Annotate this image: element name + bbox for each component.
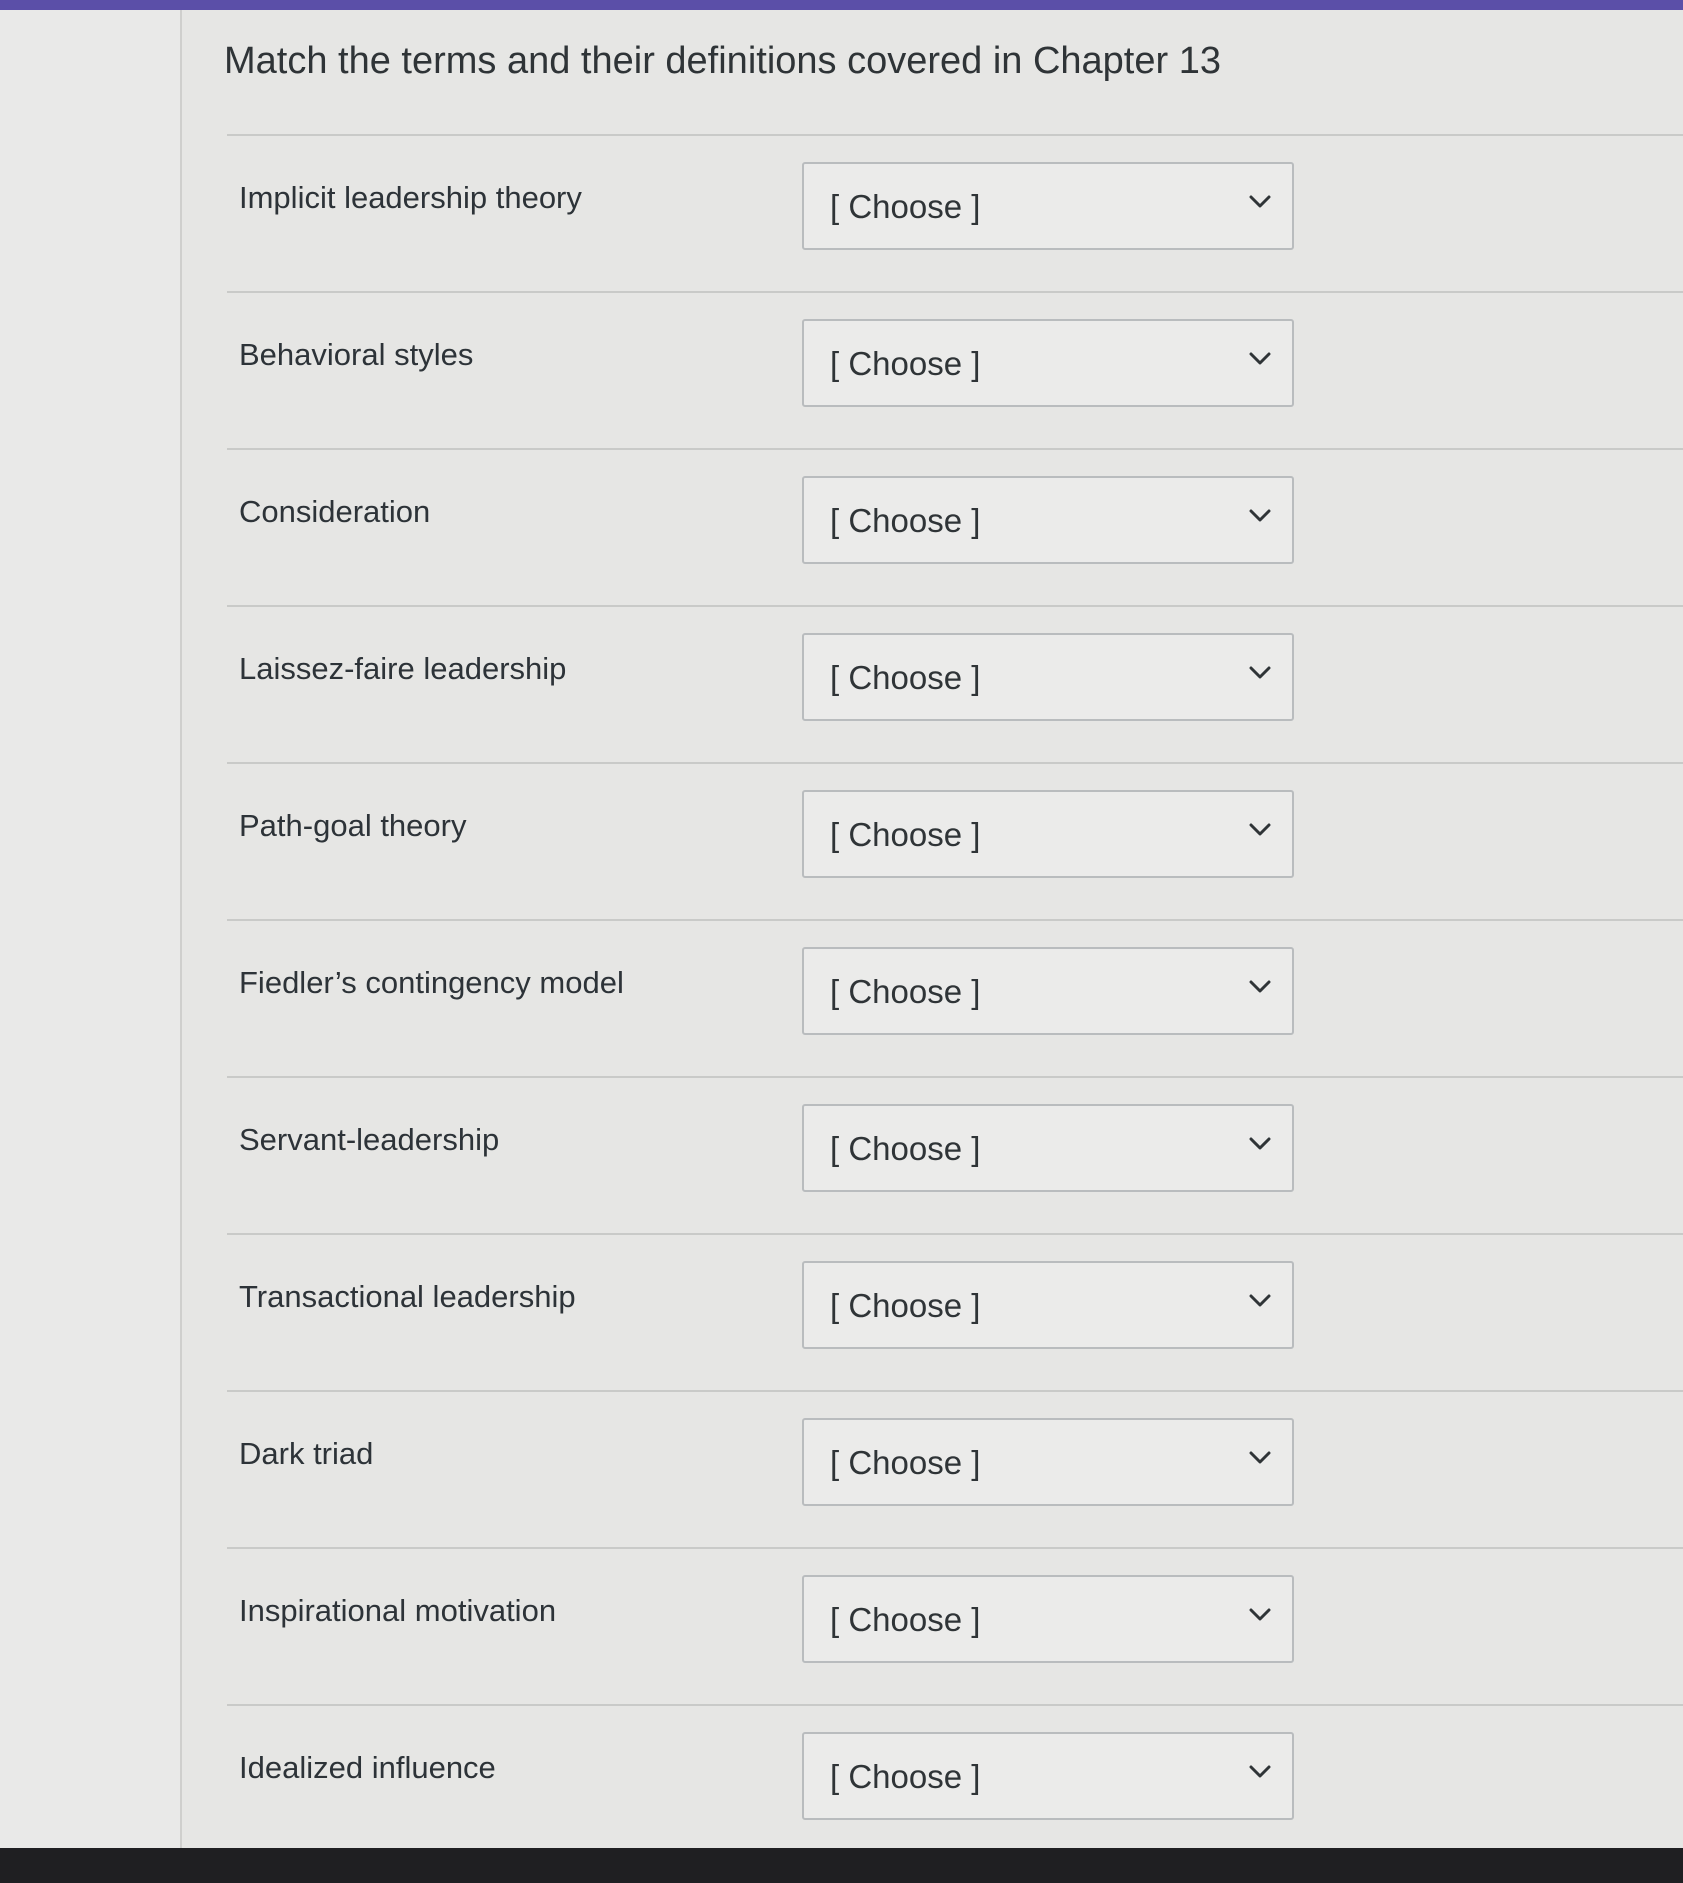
dropdown-selected-value: [ Choose ]	[830, 1601, 981, 1638]
dropdown-selected-value: [ Choose ]	[830, 973, 981, 1010]
answer-dropdown[interactable]: [ Choose ]	[802, 947, 1294, 1035]
chevron-down-icon	[1249, 666, 1271, 679]
matching-row-5: Path-goal theory [ Choose ]	[227, 762, 1683, 919]
term-label: Path-goal theory	[239, 808, 467, 843]
term-label: Idealized influence	[239, 1750, 496, 1785]
chevron-down-icon	[1249, 1765, 1271, 1778]
matching-row-6: Fiedler’s contingency model [ Choose ]	[227, 919, 1683, 1076]
question-title: Match the terms and their definitions co…	[224, 40, 1221, 82]
matching-row-11: Idealized influence [ Choose ]	[227, 1704, 1683, 1861]
matching-row-1: Implicit leadership theory [ Choose ]	[227, 134, 1683, 291]
dropdown-selected-value: [ Choose ]	[830, 1287, 981, 1324]
dropdown-selected-value: [ Choose ]	[830, 1758, 981, 1795]
chevron-down-icon	[1249, 1451, 1271, 1464]
term-label: Dark triad	[239, 1436, 374, 1471]
matching-row-3: Consideration [ Choose ]	[227, 448, 1683, 605]
dropdown-selected-value: [ Choose ]	[830, 502, 981, 539]
answer-dropdown[interactable]: [ Choose ]	[802, 319, 1294, 407]
dropdown-selected-value: [ Choose ]	[830, 816, 981, 853]
answer-dropdown[interactable]: [ Choose ]	[802, 476, 1294, 564]
matching-row-7: Servant-leadership [ Choose ]	[227, 1076, 1683, 1233]
chevron-down-icon	[1249, 509, 1271, 522]
answer-dropdown[interactable]: [ Choose ]	[802, 1261, 1294, 1349]
answer-dropdown[interactable]: [ Choose ]	[802, 1732, 1294, 1820]
dropdown-selected-value: [ Choose ]	[830, 1130, 981, 1167]
answer-dropdown[interactable]: [ Choose ]	[802, 790, 1294, 878]
term-label: Inspirational motivation	[239, 1593, 557, 1628]
chevron-down-icon	[1249, 352, 1271, 365]
left-navigation-gutter	[0, 10, 182, 1848]
top-accent-bar	[0, 0, 1683, 10]
term-label: Implicit leadership theory	[239, 180, 582, 215]
matching-row-8: Transactional leadership [ Choose ]	[227, 1233, 1683, 1390]
dropdown-selected-value: [ Choose ]	[830, 659, 981, 696]
term-label: Fiedler’s contingency model	[239, 965, 624, 1000]
term-label: Servant-leadership	[239, 1122, 500, 1157]
term-label: Behavioral styles	[239, 337, 474, 372]
chevron-down-icon	[1249, 1137, 1271, 1150]
term-label: Transactional leadership	[239, 1279, 576, 1314]
answer-dropdown[interactable]: [ Choose ]	[802, 1104, 1294, 1192]
bottom-dark-bar	[0, 1848, 1683, 1883]
dropdown-selected-value: [ Choose ]	[830, 188, 981, 225]
chevron-down-icon	[1249, 1608, 1271, 1621]
matching-row-9: Dark triad [ Choose ]	[227, 1390, 1683, 1547]
chevron-down-icon	[1249, 195, 1271, 208]
chevron-down-icon	[1249, 980, 1271, 993]
term-label: Laissez-faire leadership	[239, 651, 567, 686]
answer-dropdown[interactable]: [ Choose ]	[802, 162, 1294, 250]
chevron-down-icon	[1249, 1294, 1271, 1307]
dropdown-selected-value: [ Choose ]	[830, 345, 981, 382]
answer-dropdown[interactable]: [ Choose ]	[802, 1575, 1294, 1663]
matching-row-4: Laissez-faire leadership [ Choose ]	[227, 605, 1683, 762]
term-label: Consideration	[239, 494, 431, 529]
matching-row-10: Inspirational motivation [ Choose ]	[227, 1547, 1683, 1704]
dropdown-selected-value: [ Choose ]	[830, 1444, 981, 1481]
matching-row-2: Behavioral styles [ Choose ]	[227, 291, 1683, 448]
answer-dropdown[interactable]: [ Choose ]	[802, 1418, 1294, 1506]
answer-dropdown[interactable]: [ Choose ]	[802, 633, 1294, 721]
chevron-down-icon	[1249, 823, 1271, 836]
quiz-question-panel: Match the terms and their definitions co…	[182, 10, 1683, 1848]
